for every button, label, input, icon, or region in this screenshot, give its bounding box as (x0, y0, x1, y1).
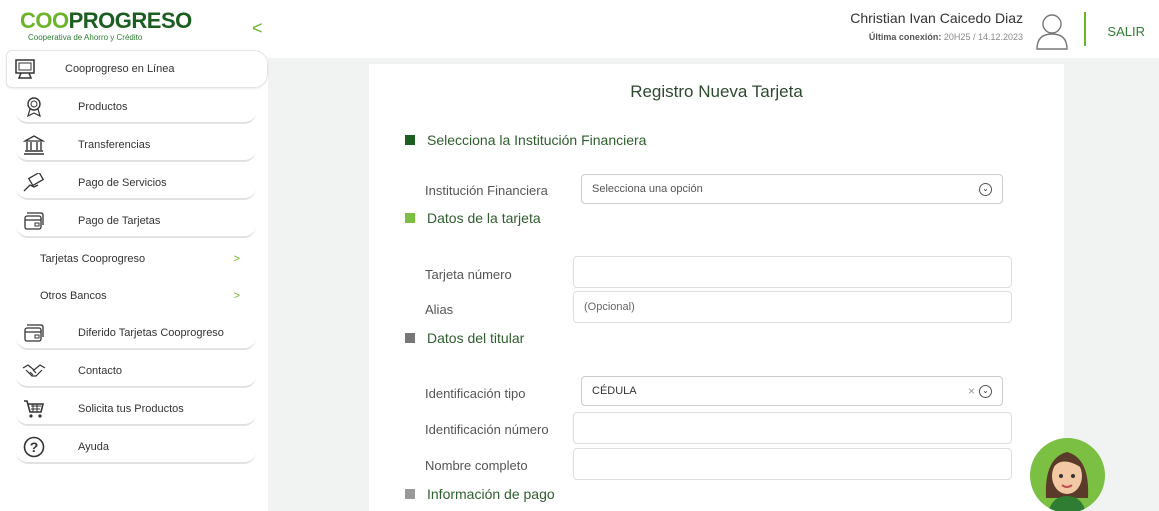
institution-select-placeholder: Selecciona una opción (592, 183, 703, 195)
brand-name: COOPROGRESO (20, 8, 192, 33)
hand-money-icon (16, 173, 52, 193)
sidebar-item-label: Cooprogreso en Línea (65, 63, 175, 75)
logout-button[interactable]: SALIR (1107, 24, 1145, 39)
sidebar-subitem-label: Tarjetas Cooprogreso (40, 253, 146, 265)
sidebar-item-label: Pago de Servicios (78, 177, 167, 189)
chevron-down-icon[interactable]: ⌄ (979, 384, 992, 398)
sidebar-item-label: Productos (78, 101, 128, 113)
svg-text:?: ? (30, 439, 39, 455)
sidebar-item-label: Transferencias (78, 139, 151, 151)
alias-placeholder: (Opcional) (584, 301, 635, 313)
section-institution: Selecciona la Institución Financiera (405, 132, 646, 148)
computer-icon (7, 58, 43, 80)
sidebar-item-cooprogreso-en-linea[interactable]: Cooprogreso en Línea (6, 50, 268, 88)
sidebar-item-productos[interactable]: Productos (16, 92, 256, 124)
id-type-select[interactable]: CÉDULA × ⌄ (581, 376, 1003, 406)
institution-select[interactable]: Selecciona una opción ⌄ (581, 174, 1003, 204)
full-name-label: Nombre completo (425, 458, 528, 473)
sidebar-item-ayuda[interactable]: ? Ayuda (16, 432, 256, 464)
award-icon (16, 97, 52, 117)
question-icon: ? (16, 436, 52, 458)
sidebar: COOPROGRESO Cooperativa de Ahorro y Créd… (0, 0, 268, 511)
brand-subtitle: Cooperativa de Ahorro y Crédito (28, 33, 143, 42)
sidebar-item-label: Pago de Tarjetas (78, 215, 161, 227)
section-title: Datos de la tarjeta (427, 210, 541, 226)
sidebar-item-pago-tarjetas[interactable]: Pago de Tarjetas (16, 206, 256, 238)
sidebar-item-label: Solicita tus Productos (78, 403, 184, 415)
section-title: Selecciona la Institución Financiera (427, 132, 647, 148)
section-card-data: Datos de la tarjeta (405, 210, 541, 226)
sidebar-item-label: Ayuda (78, 441, 109, 453)
brand-logo[interactable]: COOPROGRESO Cooperativa de Ahorro y Créd… (20, 8, 192, 43)
card-number-label: Tarjeta número (425, 267, 512, 282)
bank-icon (16, 135, 52, 155)
credit-card-icon (16, 211, 52, 231)
id-number-label: Identificación número (425, 422, 549, 437)
virtual-assistant-avatar[interactable] (1030, 438, 1105, 511)
section-marker (405, 135, 415, 145)
sidebar-subitem-otros-bancos[interactable]: Otros Bancos > (40, 286, 240, 306)
id-number-input[interactable] (573, 412, 1012, 444)
sidebar-item-transferencias[interactable]: Transferencias (16, 130, 256, 162)
alias-label: Alias (425, 302, 454, 317)
section-payment-info: Información de pago (405, 486, 555, 502)
collapse-sidebar-button[interactable]: < (252, 18, 263, 39)
card-number-input[interactable] (573, 256, 1012, 288)
user-avatar-icon[interactable] (1035, 12, 1069, 55)
sidebar-item-pago-servicios[interactable]: Pago de Servicios (16, 168, 256, 200)
user-name: Christian Ivan Caicedo Diaz (850, 10, 1023, 26)
cart-icon (16, 399, 52, 419)
chevron-down-icon: ⌄ (979, 182, 992, 196)
id-type-selected-value: CÉDULA (592, 385, 637, 397)
page-title: Registro Nueva Tarjeta (630, 82, 803, 101)
section-title: Información de pago (427, 486, 555, 502)
sidebar-item-label: Diferido Tarjetas Cooprogreso (78, 327, 224, 339)
sidebar-item-diferido-tarjetas[interactable]: Diferido Tarjetas Cooprogreso (16, 318, 256, 350)
last-connection: Última conexión: 20H25 / 14.12.2023 (868, 32, 1023, 42)
section-marker (405, 333, 415, 343)
sidebar-item-solicita-productos[interactable]: Solicita tus Productos (16, 394, 256, 426)
section-holder-data: Datos del titular (405, 330, 524, 346)
sidebar-subitem-label: Otros Bancos (40, 290, 107, 302)
id-type-label: Identificación tipo (425, 386, 526, 401)
sidebar-item-label: Contacto (78, 365, 123, 377)
credit-card-icon (16, 323, 52, 343)
section-title: Datos del titular (427, 330, 525, 346)
section-marker (405, 213, 415, 223)
sidebar-item-contacto[interactable]: Contacto (16, 356, 256, 388)
section-marker (405, 489, 415, 499)
registration-form-card: Registro Nueva Tarjeta Selecciona la Ins… (369, 64, 1064, 511)
sidebar-subitem-tarjetas-cooprogreso[interactable]: Tarjetas Cooprogreso > (40, 249, 240, 269)
chevron-right-icon: > (233, 290, 240, 302)
institution-label: Institución Financiera (425, 183, 548, 198)
clear-icon[interactable]: × (968, 384, 975, 398)
chevron-right-icon: > (233, 253, 240, 265)
header-divider (1084, 12, 1086, 46)
alias-input[interactable]: (Opcional) (573, 291, 1012, 323)
handshake-icon (16, 362, 52, 380)
full-name-input[interactable] (573, 448, 1012, 480)
top-header: Christian Ivan Caicedo Diaz Última conex… (268, 0, 1159, 58)
